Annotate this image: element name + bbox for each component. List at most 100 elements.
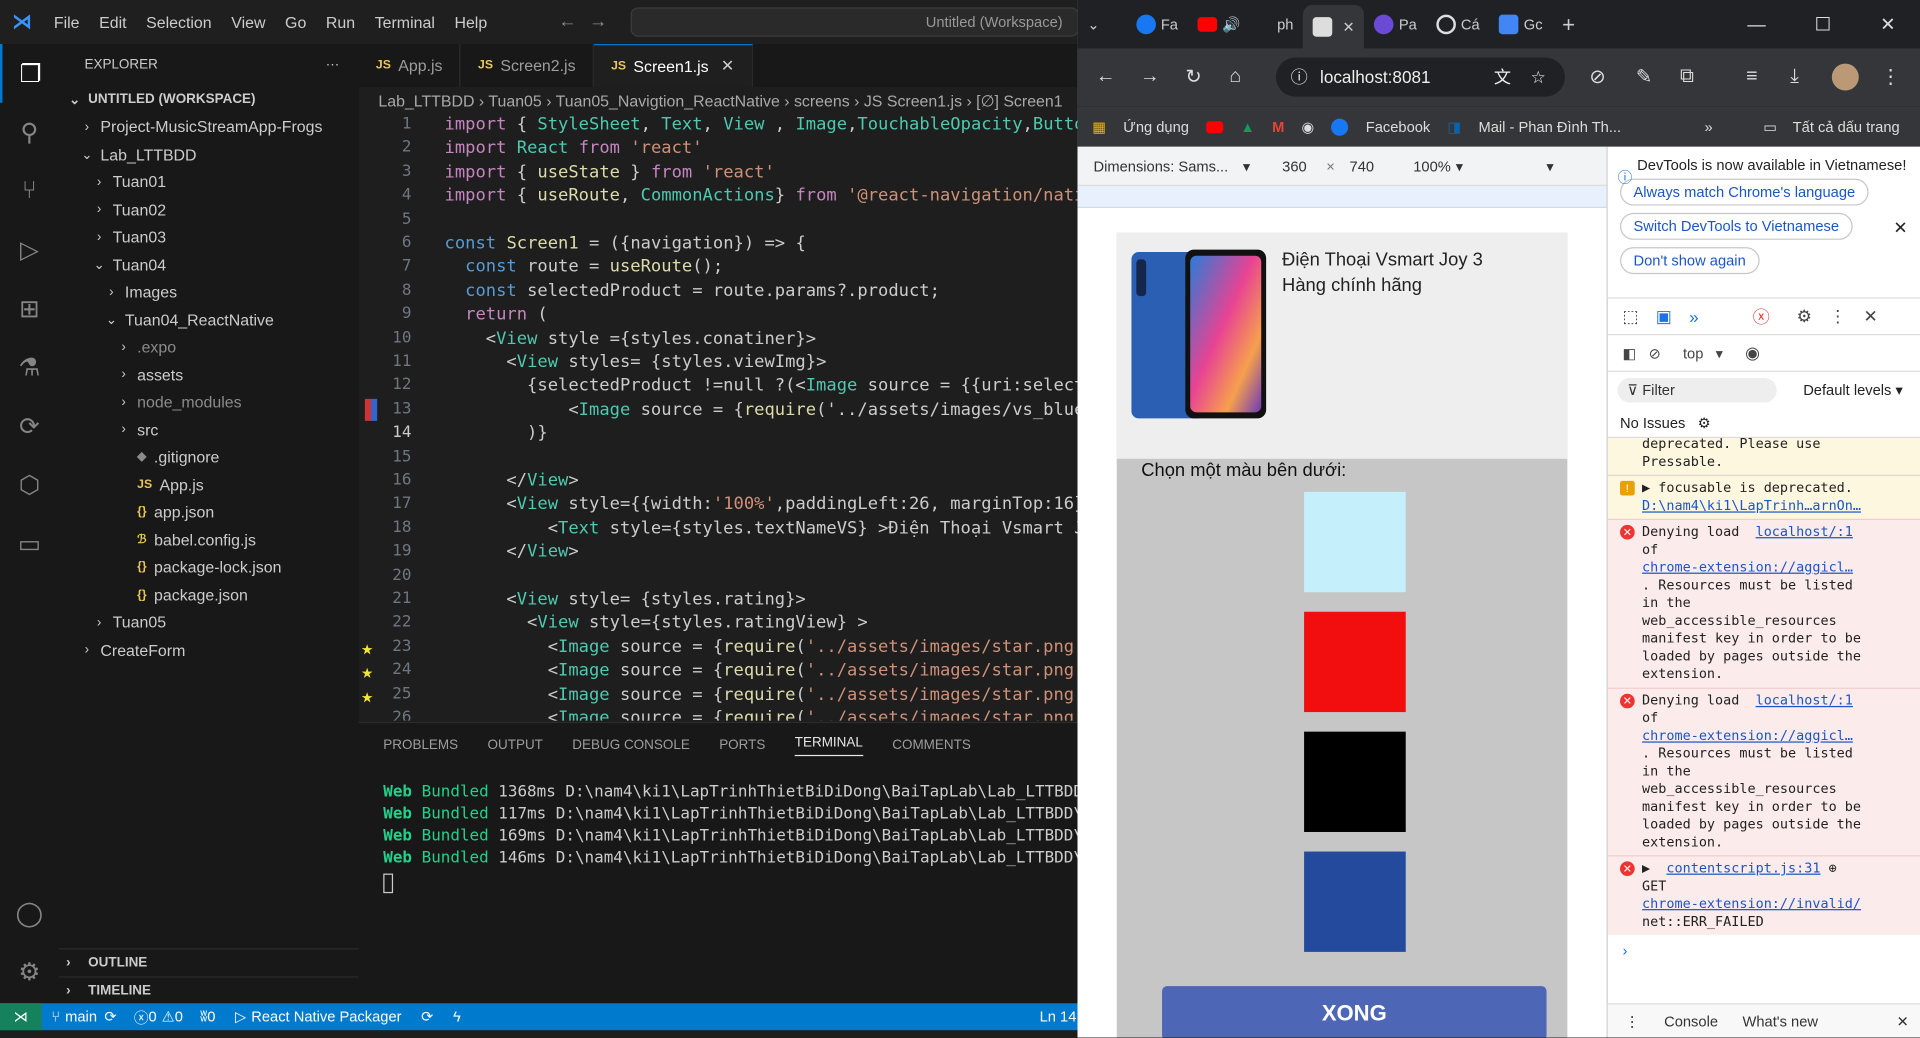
panel-tab-ports[interactable]: PORTS <box>719 738 765 753</box>
tree-item[interactable]: › src <box>59 416 359 444</box>
account-icon[interactable]: ◯ <box>0 883 59 942</box>
all-bookmarks[interactable]: Tất cả dấu trang <box>1793 118 1900 135</box>
tab-screen2-js[interactable]: JS Screen2.js <box>461 44 594 87</box>
minimize-icon[interactable]: — <box>1747 14 1765 35</box>
error-badge-icon[interactable]: ⓧ <box>1753 304 1770 328</box>
tree-item[interactable]: ℬbabel.config.js <box>59 526 359 554</box>
tree-item[interactable]: › CreateForm <box>59 636 359 664</box>
code-line[interactable]: import React from 'react' <box>444 139 702 159</box>
code-line[interactable]: )} <box>444 424 548 444</box>
tree-item[interactable]: › assets <box>59 361 359 389</box>
timeline-section[interactable]: › TIMELINE <box>58 976 359 1003</box>
code-line[interactable]: <Text style={styles.textNameVS} >Điện Th… <box>444 519 1078 539</box>
device-toggle-icon[interactable]: ▣ <box>1656 306 1672 327</box>
source-control-icon[interactable]: ⑂ <box>0 162 59 221</box>
issues-label[interactable]: No Issues <box>1620 414 1685 431</box>
tree-item[interactable]: ⌄ Lab_LTTBDD <box>59 141 359 169</box>
address-bar[interactable]: ⓘ localhost:8081 ⽂ ☆ <box>1275 57 1565 97</box>
code-line[interactable]: {selectedProduct !=null ?(<Image source … <box>444 376 1078 396</box>
code-line[interactable]: <Image source = {require('../assets/imag… <box>444 661 1078 681</box>
tree-item[interactable]: › Tuan01 <box>59 168 359 196</box>
more-actions-icon[interactable]: ··· <box>326 58 339 73</box>
download-icon[interactable]: ⤓ <box>1790 66 1799 88</box>
more-options-icon[interactable]: ▾ <box>1546 157 1553 174</box>
bookmark-apps[interactable]: Ứng dụng <box>1123 118 1189 135</box>
code-line[interactable]: import { useState } from 'react' <box>444 162 774 182</box>
device-select[interactable]: Dimensions: Sams... <box>1093 157 1228 174</box>
bookmark-facebook[interactable]: Facebook <box>1366 118 1431 135</box>
back-icon[interactable]: ← <box>1096 66 1116 88</box>
done-button[interactable]: XONG <box>1162 986 1547 1038</box>
clear-console-icon[interactable]: ⊘ <box>1649 344 1661 361</box>
profile-avatar[interactable] <box>1831 63 1859 91</box>
media-icon[interactable]: ≡ <box>1746 66 1757 88</box>
sync-icon[interactable]: ⟳ <box>104 1008 116 1025</box>
workspace-root[interactable]: ⌄ UNTITLED (WORKSPACE) <box>59 86 359 114</box>
tab-search-icon[interactable]: ⌄ <box>1078 5 1127 44</box>
code-line[interactable]: <Image source = {require('../assets/imag… <box>444 400 1077 420</box>
code-line[interactable]: <View style={{width:'100%',paddingLeft:2… <box>444 495 1077 515</box>
tab-screen1-js[interactable]: JS Screen1.js ✕ <box>593 44 753 87</box>
run-debug-icon[interactable]: ▷ <box>0 220 59 279</box>
context-select[interactable]: top <box>1683 344 1703 361</box>
chat-icon[interactable]: ▭ <box>0 514 59 573</box>
tree-item[interactable]: ⌄ Tuan04_ReactNative <box>59 306 359 334</box>
reload-icon[interactable]: ↻ <box>1185 65 1201 89</box>
cursor-position[interactable]: Ln 14 <box>1040 1008 1077 1025</box>
filter-input[interactable]: ⊽ Filter <box>1617 378 1777 403</box>
device-width[interactable]: 360 <box>1282 157 1307 174</box>
panel-tab-problems[interactable]: PROBLEMS <box>383 738 458 753</box>
warning-count[interactable]: 0 <box>175 1008 183 1025</box>
code-line[interactable]: <View style= {styles.rating}> <box>444 590 805 610</box>
switch-vietnamese-button[interactable]: Switch DevTools to Vietnamese <box>1620 212 1853 240</box>
devtools-menu-icon[interactable]: ⋮ <box>1829 306 1846 327</box>
testing-icon[interactable]: ⚗ <box>0 338 59 397</box>
docker-icon[interactable]: ⬡ <box>0 455 59 514</box>
menu-item-view[interactable]: View <box>221 13 275 31</box>
tab-active-localhost[interactable]: ✕ <box>1303 4 1365 49</box>
tree-item[interactable]: › Tuan03 <box>59 223 359 251</box>
menu-item-terminal[interactable]: Terminal <box>365 13 445 31</box>
code-line[interactable]: import { StyleSheet, Text, View , Image,… <box>444 115 1077 135</box>
close-tab-icon[interactable]: ✕ <box>721 56 734 76</box>
match-language-button[interactable]: Always match Chrome's language <box>1620 178 1869 206</box>
tree-item[interactable]: › Images <box>59 278 359 306</box>
color-swatch[interactable] <box>1304 611 1406 713</box>
translate-page-icon[interactable]: ⽂ <box>1494 65 1511 89</box>
code-line[interactable]: </View> <box>444 542 578 562</box>
code-line[interactable]: <Image source = {require('../assets/imag… <box>444 708 1078 720</box>
tab-ca[interactable]: Cá <box>1427 5 1490 44</box>
tree-item[interactable]: ◆ .gitignore <box>59 444 359 472</box>
outline-section[interactable]: › OUTLINE <box>58 948 359 975</box>
sidebar-toggle-icon[interactable]: ◧ <box>1622 344 1636 361</box>
close-drawer-icon[interactable]: ✕ <box>1897 1012 1909 1029</box>
tree-item[interactable]: › Project-MusicStreamApp-Frogs <box>59 113 359 141</box>
panel-tab-terminal[interactable]: TERMINAL <box>794 735 863 756</box>
tree-item[interactable]: {} package.json <box>59 581 359 609</box>
tree-item[interactable]: {} package-lock.json <box>59 554 359 582</box>
dont-show-again-button[interactable]: Don't show again <box>1620 247 1760 275</box>
drive-icon[interactable]: ▲ <box>1240 118 1255 135</box>
more-bookmarks-icon[interactable]: » <box>1705 118 1713 135</box>
color-swatch[interactable] <box>1304 491 1406 593</box>
settings-gear-icon[interactable]: ⚙ <box>0 942 59 1001</box>
code-line[interactable]: <View style={styles.ratingView} > <box>444 613 868 633</box>
dropdown-caret-icon[interactable]: ▾ <box>1243 157 1250 174</box>
tree-item[interactable]: › Tuan02 <box>59 196 359 224</box>
panel-tab-comments[interactable]: COMMENTS <box>892 738 971 753</box>
menu-item-edit[interactable]: Edit <box>89 13 136 31</box>
remote-indicator-icon[interactable]: ⋊ <box>0 1003 42 1031</box>
code-line[interactable]: <View styles= {styles.viewImg}> <box>444 352 826 372</box>
device-height[interactable]: 740 <box>1350 157 1375 174</box>
dropdown-caret-icon[interactable]: ▾ <box>1456 157 1463 174</box>
code-line[interactable]: import { useRoute, CommonActions} from '… <box>444 186 1077 206</box>
lightning-icon[interactable]: ϟ <box>453 1008 461 1025</box>
globe-icon[interactable]: ◉ <box>1301 118 1314 135</box>
code-line[interactable]: return ( <box>444 305 548 325</box>
refresh-icon[interactable]: ⟳ <box>421 1008 433 1025</box>
explorer-icon[interactable]: ❐ <box>0 44 59 103</box>
tab-gc[interactable]: Gc <box>1490 5 1553 44</box>
extensions-icon[interactable]: ⊞ <box>0 279 59 338</box>
panel-tab-output[interactable]: OUTPUT <box>488 738 543 753</box>
eyedropper-icon[interactable]: ✎ <box>1636 65 1652 89</box>
